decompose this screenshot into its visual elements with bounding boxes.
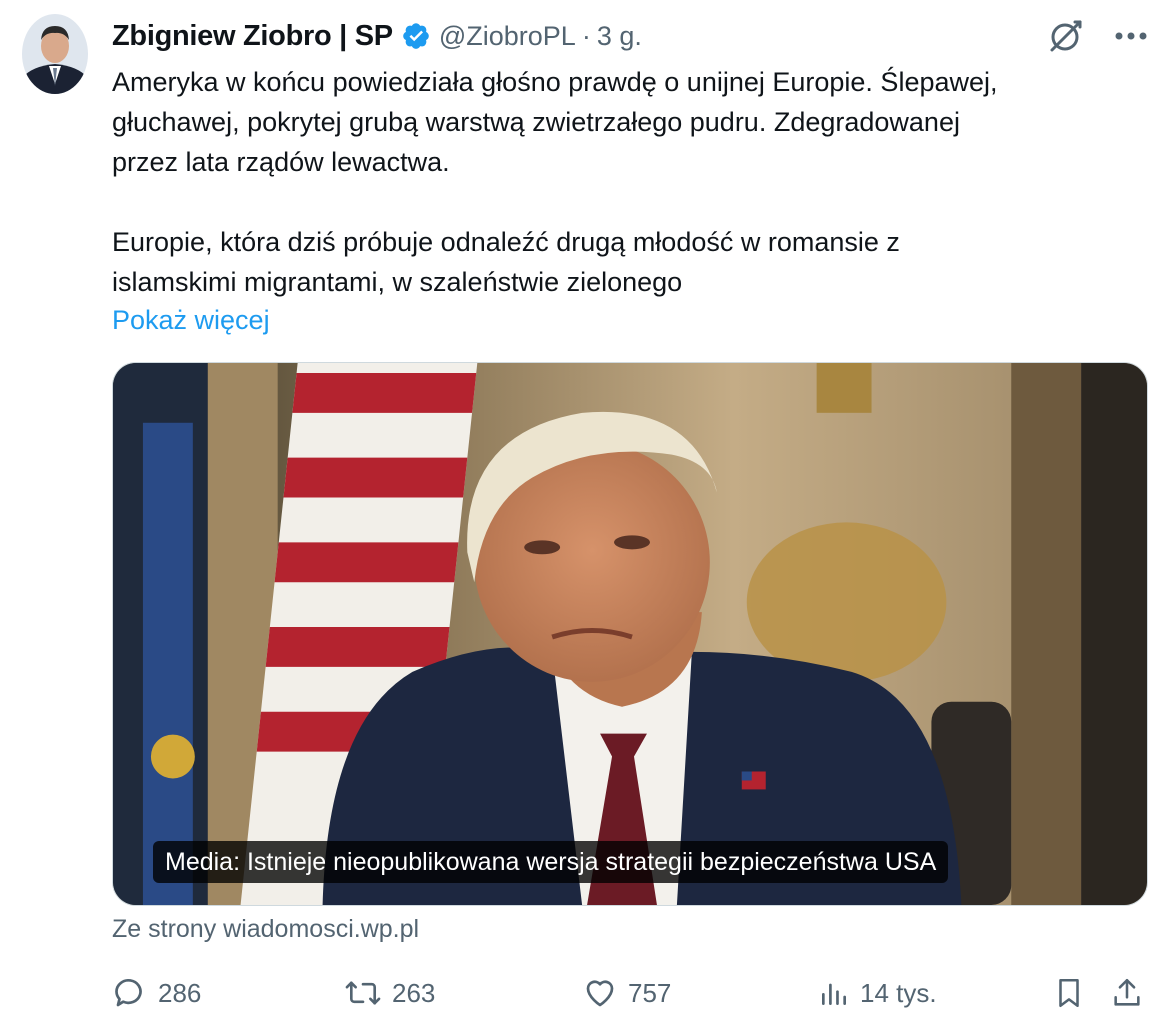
repost-icon	[344, 975, 382, 1011]
author-name[interactable]: Zbigniew Ziobro | SP	[112, 20, 393, 53]
reply-button[interactable]: 286	[112, 970, 201, 1016]
reply-icon	[112, 975, 148, 1011]
like-button[interactable]: 757	[582, 970, 671, 1016]
bookmark-button[interactable]	[1052, 970, 1086, 1016]
media-card[interactable]: Media: Istnieje nieopublikowana wersja s…	[112, 362, 1148, 906]
action-bar: 286 263 757 14 tys.	[112, 970, 1148, 1016]
repost-count: 263	[392, 977, 436, 1008]
tweet-text: Ameryka w końcu powiedziała głośno prawd…	[112, 67, 998, 297]
tweet-header: Zbigniew Ziobro | SP @ZiobroPL · 3 g.	[112, 14, 642, 58]
share-button[interactable]	[1110, 970, 1144, 1016]
article-photo	[113, 363, 1147, 905]
author-handle[interactable]: @ZiobroPL	[439, 21, 576, 52]
verified-badge-icon[interactable]	[401, 21, 431, 51]
views-count: 14 tys.	[860, 977, 937, 1008]
views-icon	[818, 975, 850, 1011]
like-icon	[582, 975, 618, 1011]
show-more-link[interactable]: Pokaż więcej	[112, 300, 270, 340]
share-icon	[1110, 975, 1144, 1011]
repost-button[interactable]: 263	[344, 970, 435, 1016]
tweet-top-actions	[1046, 16, 1148, 56]
reply-count: 286	[158, 977, 202, 1008]
timestamp[interactable]: 3 g.	[597, 21, 642, 52]
avatar[interactable]	[22, 14, 88, 94]
separator-dot: ·	[581, 20, 591, 51]
more-icon[interactable]	[1114, 31, 1148, 41]
grok-icon[interactable]	[1046, 16, 1086, 56]
source-link[interactable]: Ze strony wiadomosci.wp.pl	[112, 915, 419, 944]
media-caption: Media: Istnieje nieopublikowana wersja s…	[153, 841, 949, 883]
views-button[interactable]: 14 tys.	[818, 970, 937, 1016]
like-count: 757	[628, 977, 672, 1008]
bookmark-icon	[1052, 975, 1086, 1011]
